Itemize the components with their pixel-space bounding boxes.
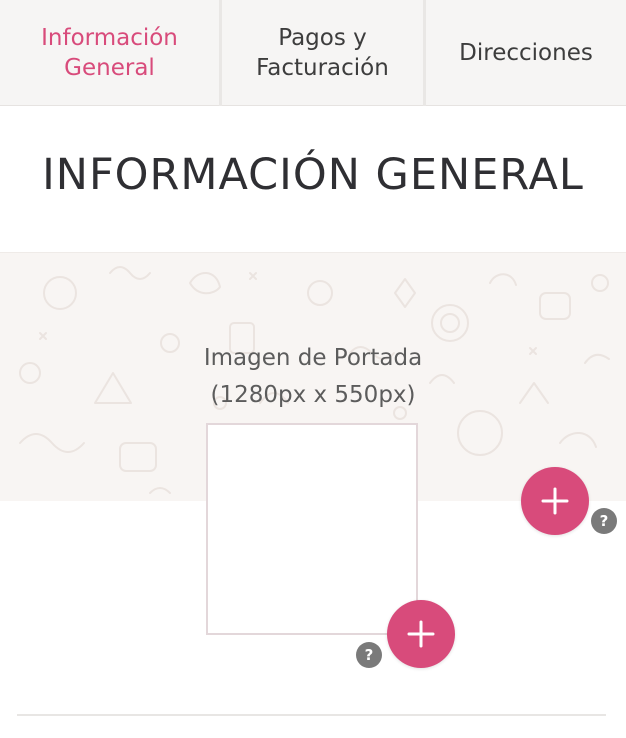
cover-caption: Imagen de Portada (1280px x 550px) bbox=[0, 340, 626, 414]
profile-image-area[interactable] bbox=[206, 423, 418, 635]
divider bbox=[17, 714, 606, 716]
add-cover-image-button[interactable] bbox=[521, 467, 589, 535]
cover-help-icon[interactable]: ? bbox=[591, 508, 617, 534]
cover-caption-title: Imagen de Portada bbox=[203, 345, 423, 371]
tab-direcciones[interactable]: Direcciones bbox=[423, 0, 626, 106]
section-tabs: Información General Pagos y Facturación … bbox=[0, 0, 626, 106]
plus-icon bbox=[541, 487, 569, 515]
cover-caption-size: (1280px x 550px) bbox=[210, 382, 416, 408]
question-icon: ? bbox=[599, 512, 609, 530]
plus-icon bbox=[407, 620, 435, 648]
tab-informacion-general[interactable]: Información General bbox=[0, 0, 219, 106]
profile-help-icon[interactable]: ? bbox=[356, 642, 382, 668]
tab-pagos-facturacion[interactable]: Pagos y Facturación bbox=[219, 0, 423, 106]
page-title: INFORMACIÓN GENERAL bbox=[42, 150, 584, 200]
add-profile-image-button[interactable] bbox=[387, 600, 455, 668]
question-icon: ? bbox=[364, 646, 374, 664]
